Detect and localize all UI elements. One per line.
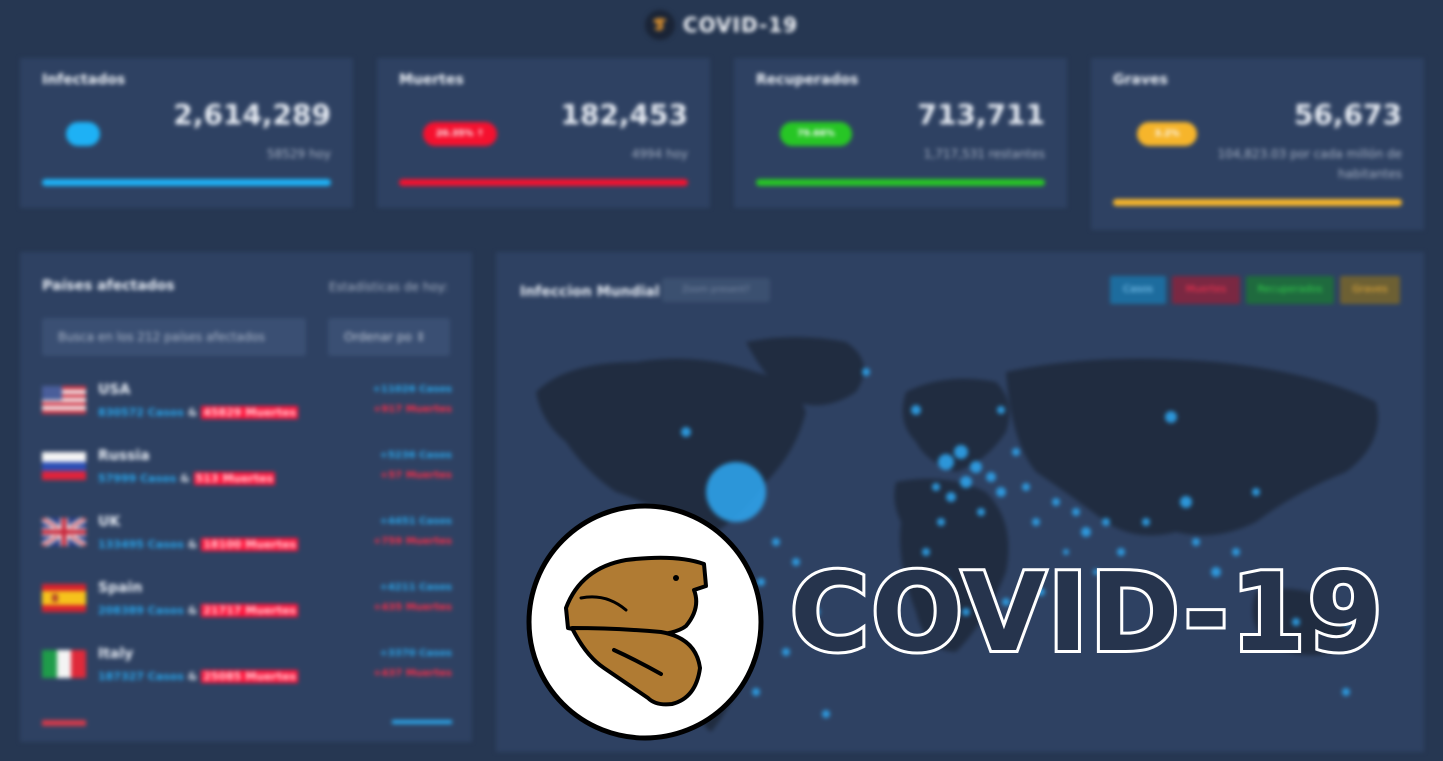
today-deaths: +759 Muertes [372, 536, 452, 547]
card-sub: 58529 hoy [266, 147, 331, 161]
card-recuperados: Recuperados 79.66% 713,711 1,717,531 res… [734, 58, 1067, 208]
country-totals: 57999 Casos & 513 Muertes [98, 472, 276, 485]
it-flag-icon [42, 650, 86, 678]
list-item[interactable]: Russia 57999 Casos & 513 Muertes +5236 C… [42, 448, 452, 514]
overlay-title: COVID-19 [787, 551, 1386, 676]
total-cases: 830572 Casos [98, 406, 184, 419]
status-pill: 79.66% [780, 122, 852, 146]
today-deaths: +435 Muertes [372, 602, 452, 613]
progress-bar [756, 179, 1045, 186]
filter-casos-button[interactable]: Casos [1110, 276, 1166, 304]
filter-muertes-button[interactable]: Muertes [1172, 276, 1240, 304]
panel-subtitle: Estadísticas de hoy: [328, 280, 448, 294]
filter-recuperados-button[interactable]: Recuperados [1246, 276, 1334, 304]
card-muertes: Muertes 20.35% ↑ 182,453 4994 hoy [377, 58, 710, 208]
today-deaths: +917 Muertes [372, 404, 452, 415]
filter-graves-button[interactable]: Graves [1340, 276, 1400, 304]
total-cases: 57999 Casos [98, 472, 177, 485]
status-pill [66, 122, 100, 146]
status-pill: 20.35% ↑ [423, 122, 497, 146]
app-title: COVID-19 [682, 13, 799, 37]
today-deaths: +57 Muertes [379, 470, 452, 481]
country-name: UK [98, 514, 121, 530]
today-cases: +3370 Casos [379, 648, 452, 659]
total-cases: 187327 Casos [98, 670, 184, 683]
card-label: Graves [1113, 72, 1168, 88]
total-deaths: 21717 Muertes [201, 604, 299, 617]
today-cases: +11026 Casos [372, 384, 452, 395]
list-item[interactable]: UK 133495 Casos & 18100 Muertes +4451 Ca… [42, 514, 452, 580]
flag-partial [42, 720, 86, 726]
country-name: Spain [98, 580, 143, 596]
card-graves: Graves 3.2% 56,673 104,823.03 por cada m… [1091, 58, 1424, 230]
country-totals: 830572 Casos & 45829 Muertes [98, 406, 299, 419]
countries-panel: Países afectados Estadísticas de hoy: Bu… [20, 252, 472, 742]
card-value: 2,614,289 [173, 98, 331, 131]
card-sub: 4994 hoy [631, 147, 688, 161]
today-deaths: +437 Muertes [372, 668, 452, 679]
panel-title: Infeccion Mundial [520, 284, 660, 300]
ampersand: & [180, 472, 190, 485]
today-cases-partial [392, 720, 452, 724]
bird-logo-icon [644, 10, 675, 40]
progress-bar [399, 179, 688, 186]
sort-dropdown[interactable]: Ordenar po ⇕ [328, 318, 450, 356]
total-deaths: 25085 Muertes [201, 670, 299, 683]
total-cases: 133495 Casos [98, 538, 184, 551]
today-cases: +5236 Casos [379, 450, 452, 461]
search-input[interactable]: Busca en los 212 países afectados [42, 318, 306, 356]
country-name: USA [98, 382, 131, 398]
bird-logo-icon [526, 503, 764, 741]
country-list: USA 830572 Casos & 45829 Muertes +11026 … [42, 382, 452, 732]
ampersand: & [187, 604, 198, 617]
list-item[interactable]: Spain 208389 Casos & 21717 Muertes +4211… [42, 580, 452, 646]
country-totals: 208389 Casos & 21717 Muertes [98, 604, 299, 617]
total-deaths: 18100 Muertes [201, 538, 299, 551]
card-label: Recuperados [756, 72, 859, 88]
card-infectados: Infectados 2,614,289 58529 hoy [20, 58, 353, 208]
list-item[interactable]: Italy 187327 Casos & 25085 Muertes +3370… [42, 646, 452, 712]
total-deaths: 513 Muertes [193, 472, 276, 485]
card-value: 182,453 [560, 98, 688, 131]
es-flag-icon [42, 584, 86, 612]
card-value: 56,673 [1293, 98, 1402, 131]
progress-bar [1113, 199, 1402, 206]
app-header: COVID-19 [0, 0, 1443, 50]
country-totals: 187327 Casos & 25085 Muertes [98, 670, 299, 683]
ampersand: & [187, 406, 198, 419]
uk-flag-icon [42, 518, 86, 546]
card-label: Muertes [399, 72, 464, 88]
list-item[interactable]: USA 830572 Casos & 45829 Muertes +11026 … [42, 382, 452, 448]
country-totals: 133495 Casos & 18100 Muertes [98, 538, 299, 551]
panel-title: Países afectados [42, 278, 175, 294]
progress-bar [42, 179, 331, 186]
card-value: 713,711 [917, 98, 1045, 131]
ampersand: & [187, 538, 198, 551]
today-cases: +4451 Casos [379, 516, 452, 527]
today-cases: +4211 Casos [379, 582, 452, 593]
total-deaths: 45829 Muertes [201, 406, 299, 419]
card-sub: 1,717,531 restantes [923, 147, 1045, 161]
us-flag-icon [42, 386, 86, 414]
list-item-partial[interactable] [42, 712, 452, 732]
ampersand: & [187, 670, 198, 683]
card-label: Infectados [42, 72, 126, 88]
card-sub: 104,823.03 por cada millón de habitantes [1217, 147, 1402, 181]
zoom-button[interactable]: Zoom present? [662, 278, 770, 302]
country-name: Italy [98, 646, 134, 662]
status-pill: 3.2% [1137, 122, 1197, 146]
ru-flag-icon [42, 452, 86, 480]
country-name: Russia [98, 448, 150, 464]
total-cases: 208389 Casos [98, 604, 184, 617]
